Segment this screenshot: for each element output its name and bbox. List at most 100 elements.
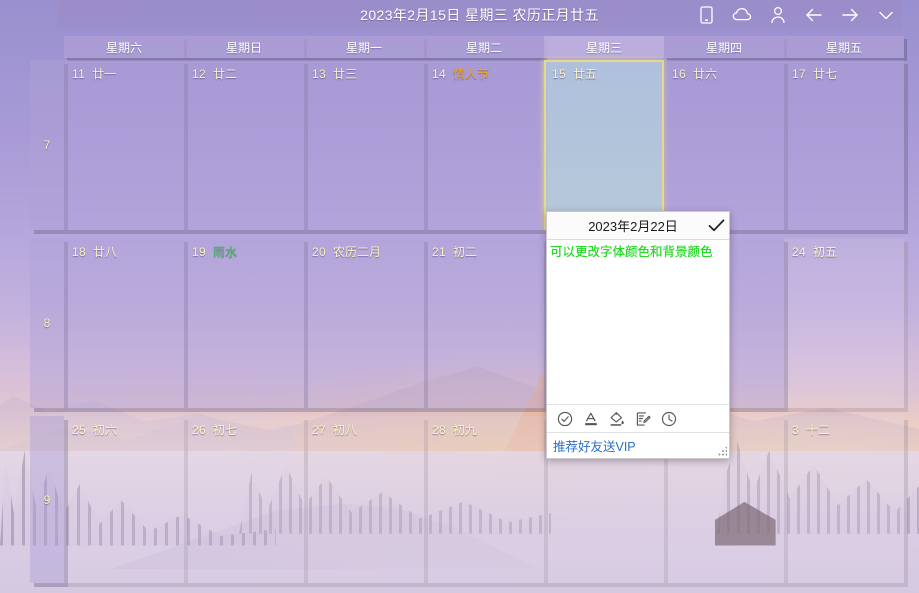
resize-handle[interactable] [718,447,727,456]
lunar-date-label: 初七 [213,423,237,437]
lunar-date-label: 初二 [453,245,477,259]
day-cell[interactable]: 26 初七 [184,416,304,583]
calendar-grid: 11 廿一 12 廿二 13 廿三 14 情人节 15 廿五 16 廿六 17 廿七 18 廿八 19 雨水 20 农… [64,60,904,593]
weekday-header-1: 星期六 [64,36,184,58]
weekday-label: 星期二 [466,39,502,56]
forward-arrow-icon[interactable] [840,5,860,25]
weekday-header-row: 星期六 星期日 星期一 星期二 星期三 星期四 星期五 [64,36,904,58]
day-number: 19 [192,245,206,259]
note-body[interactable]: 可以更改字体颜色和背景颜色 [547,240,729,404]
weekday-header-2: 星期日 [184,36,304,58]
day-cell-today[interactable]: 15 廿五 [544,60,664,230]
note-title: 2023年2月22日 [547,216,703,235]
note-toolbar [547,404,729,432]
weekday-label: 星期一 [346,39,382,56]
calendar-week-row: 11 廿一 12 廿二 13 廿三 14 情人节 15 廿五 16 廿六 17 廿七 [64,60,904,230]
day-number: 12 [192,67,206,81]
day-number: 21 [432,245,446,259]
weekday-header-4: 星期二 [424,36,544,58]
fill-color-icon[interactable] [608,410,625,427]
weekday-header-5: 星期三 [544,36,664,58]
note-footer: 推荐好友送VIP [547,432,729,458]
day-cell[interactable]: 20 农历二月 [304,238,424,408]
day-cell[interactable]: 21 初二 [424,238,544,408]
weekday-label: 星期四 [706,39,742,56]
day-cell[interactable]: 13 廿三 [304,60,424,230]
cloud-icon[interactable] [732,5,752,25]
weekday-label: 星期日 [226,39,262,56]
weekday-header-7: 星期五 [784,36,904,58]
user-icon[interactable] [768,5,788,25]
day-number: 17 [792,67,806,81]
week-number-cell: 7 [30,60,64,230]
lunar-date-label: 廿八 [93,245,117,259]
day-cell[interactable]: 18 廿八 [64,238,184,408]
lunar-date-label: 初六 [93,423,117,437]
chevron-down-icon[interactable] [876,5,896,25]
day-cell[interactable]: 14 情人节 [424,60,544,230]
day-cell[interactable]: 3 十二 [784,416,904,583]
lunar-date-label: 廿三 [333,67,357,81]
lunar-date-label: 廿七 [813,67,837,81]
lunar-date-label: 廿二 [213,67,237,81]
lunar-date-label: 十二 [806,423,830,437]
week-number-cell: 8 [30,238,64,408]
lunar-date-label: 廿五 [573,67,597,81]
weekday-header-3: 星期一 [304,36,424,58]
day-number: 20 [312,245,326,259]
day-number: 24 [792,245,806,259]
week-number-label: 8 [44,316,51,330]
day-cell[interactable]: 27 初八 [304,416,424,583]
day-number: 26 [192,423,206,437]
clock-icon[interactable] [660,410,677,427]
day-cell[interactable]: 17 廿七 [784,60,904,230]
weekday-label: 星期六 [106,39,142,56]
solar-term-label: 雨水 [213,245,237,259]
lunar-date-label: 廿六 [693,67,717,81]
weekday-label: 星期三 [586,39,622,56]
font-color-icon[interactable] [582,410,599,427]
week-number-cell: 9 [30,416,64,583]
day-cell[interactable]: 24 初五 [784,238,904,408]
note-popup[interactable]: 2023年2月22日 可以更改字体颜色和背景颜色 [546,211,730,459]
day-number: 15 [552,67,566,81]
mobile-icon[interactable] [696,5,716,25]
day-cell[interactable]: 25 初六 [64,416,184,583]
weekday-header-6: 星期四 [664,36,784,58]
day-number: 3 [792,423,799,437]
day-cell[interactable]: 19 雨水 [184,238,304,408]
lunar-date-label: 初九 [453,423,477,437]
day-number: 14 [432,67,446,81]
calendar-week-row: 18廿八19雨水20农历二月21初二22初四23初四24初五 [64,238,904,408]
weekday-label: 星期五 [826,39,862,56]
note-header: 2023年2月22日 [547,212,729,240]
day-number: 16 [672,67,686,81]
day-cell[interactable]: 12 廿二 [184,60,304,230]
edit-note-icon[interactable] [634,410,651,427]
day-cell[interactable]: 28 初九 [424,416,544,583]
lunar-date-label: 初八 [333,423,357,437]
check-circle-icon[interactable] [556,410,573,427]
titlebar-icon-group [696,5,896,25]
back-arrow-icon[interactable] [804,5,824,25]
lunar-date-label: 初五 [813,245,837,259]
day-number: 18 [72,245,86,259]
day-number: 27 [312,423,326,437]
day-number: 28 [432,423,446,437]
note-content-text: 可以更改字体颜色和背景颜色 [550,244,725,261]
lunar-date-label: 农历二月 [333,245,381,259]
calendar-week-row: 25初六26初七27初八28初九1初十2十一3十二 [64,416,904,583]
day-cell[interactable]: 16 廿六 [664,60,784,230]
day-number: 11 [72,67,85,81]
week-number-column: 7 8 9 [30,60,64,593]
note-confirm-check-icon[interactable] [703,218,729,233]
day-number: 13 [312,67,326,81]
day-number: 25 [72,423,86,437]
refer-friend-vip-link[interactable]: 推荐好友送VIP [553,436,636,455]
week-number-label: 7 [44,138,51,152]
lunar-date-label: 廿一 [92,67,116,81]
day-cell[interactable]: 11 廿一 [64,60,184,230]
festival-label: 情人节 [453,67,489,81]
title-bar: 2023年2月15日 星期三 农历正月廿五 [57,0,902,29]
week-number-label: 9 [44,493,51,507]
